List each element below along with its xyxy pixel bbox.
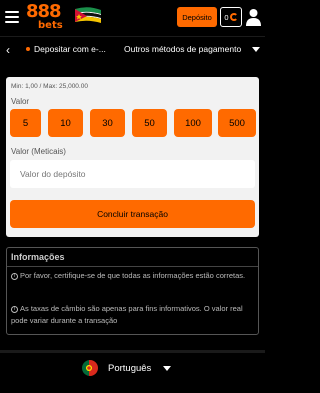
info-title: Informações	[11, 252, 65, 262]
info-item: i Por favor, certifique-se de que todas a…	[11, 270, 255, 282]
amount-button-500[interactable]: 500	[218, 109, 256, 137]
info-item: i As taxas de câmbio são apenas para fins…	[11, 303, 255, 327]
amount-button-50[interactable]: 50	[132, 109, 167, 137]
complete-transaction-button[interactable]: Concluir transação	[10, 200, 255, 228]
mozambique-flag-icon	[73, 5, 103, 27]
tab-current-label: Depositar com e-...	[34, 44, 106, 54]
logo[interactable]: 888 bets	[26, 2, 74, 34]
deposit-amount-input[interactable]	[10, 160, 255, 188]
deposit-button[interactable]: Depósito	[177, 7, 217, 27]
back-icon[interactable]: ‹	[6, 43, 16, 57]
amount-label: Valor	[11, 97, 30, 106]
quick-amounts: 5 10 30 50 100 500	[10, 109, 257, 137]
language-selector[interactable]: Português	[0, 357, 265, 381]
user-icon[interactable]	[245, 7, 262, 27]
logo-sub: bets	[38, 20, 63, 31]
info-text-1: Por favor, certifique-se de que todas as…	[20, 271, 246, 280]
info-box: Informações i Por favor, certifique-se de…	[6, 247, 259, 335]
footer-divider	[0, 350, 265, 353]
portugal-flag-icon	[82, 360, 98, 376]
info-icon: i	[11, 305, 18, 313]
top-bar: 888 bets Depósito 0	[0, 0, 265, 36]
refresh-icon[interactable]	[229, 13, 238, 21]
amount-button-5[interactable]: 5	[10, 109, 41, 137]
chevron-down-icon[interactable]	[252, 47, 260, 52]
balance-display[interactable]: 0	[220, 7, 242, 27]
tab-current-method[interactable]: Depositar com e-...	[26, 44, 106, 54]
active-dot-icon	[26, 47, 30, 51]
amount-button-30[interactable]: 30	[90, 109, 125, 137]
amount-button-10[interactable]: 10	[48, 109, 83, 137]
info-icon: i	[11, 272, 18, 280]
info-text-2: As taxas de câmbio são apenas para fins …	[11, 304, 243, 325]
logo-main: 888	[26, 1, 62, 22]
chevron-down-icon	[163, 366, 171, 371]
amount-button-100[interactable]: 100	[174, 109, 212, 137]
menu-icon[interactable]	[5, 11, 19, 23]
payment-method-nav: ‹ Depositar com e-... Outros métodos de …	[0, 36, 265, 62]
language-label: Português	[108, 363, 152, 374]
tab-other-methods[interactable]: Outros métodos de pagamento	[124, 44, 241, 54]
amount-meticais-label: Valor (Meticais)	[11, 147, 66, 156]
deposit-form: Min: 1,00 / Max: 25,000.00 Valor 5 10 30…	[6, 77, 259, 237]
divider	[7, 266, 258, 267]
balance-value: 0	[224, 12, 229, 22]
min-max-limits: Min: 1,00 / Max: 25,000.00	[11, 83, 88, 90]
